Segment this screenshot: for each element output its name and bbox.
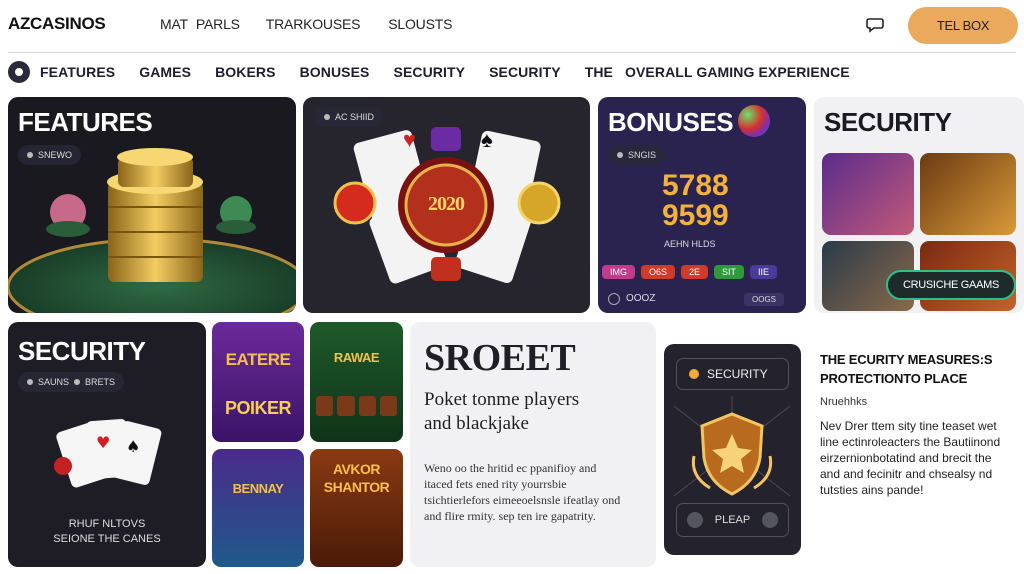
top-nav-item[interactable]: TRARKOUSES	[266, 16, 361, 32]
bonus-chip[interactable]: IIE	[750, 265, 778, 279]
game-thumb-label: POIKER	[224, 398, 292, 418]
features-card[interactable]: FEATURES SNEWO	[8, 97, 296, 313]
chat-icon[interactable]	[866, 15, 884, 33]
status-dot-icon	[689, 369, 699, 379]
bonuses-pill: SNGIS	[608, 145, 666, 165]
bonus-number-2: 9599	[662, 199, 729, 232]
bonuses-title: BONUSES	[608, 107, 734, 137]
bonus-chip[interactable]: 2E	[681, 265, 709, 279]
security-left-card[interactable]: SECURITY SAUNS BRETS ♥ ♠ RHUF NLTOVS SEIO…	[8, 322, 206, 567]
card-game-card[interactable]: ♥ ♠ AC SHIID 2020	[303, 97, 590, 313]
security-left-pill: SAUNS BRETS	[18, 372, 125, 392]
svg-text:♠: ♠	[481, 127, 493, 152]
security-top-title: SECURITY	[824, 107, 952, 137]
top-nav-item[interactable]: SLOUSTS	[388, 16, 452, 32]
bonus-footer-value: OOOZ	[626, 293, 656, 304]
category-tab-overall[interactable]: OVERALL GAMING EXPERIENCE	[625, 64, 850, 80]
svg-text:♥: ♥	[96, 433, 110, 452]
shield-icon	[673, 396, 791, 497]
game-thumb-top-label: AVKOR	[332, 461, 381, 477]
security-measures-section: THE ECURITY MEASURES:S PROTECTIONTO PLAC…	[820, 350, 1010, 498]
gem-cluster-icon	[738, 105, 770, 137]
security-panel-header[interactable]: SECURITY	[676, 358, 789, 390]
game-thumb-label: SHANTOR	[323, 479, 390, 495]
security-measures-sub: Nruehhks	[820, 396, 868, 408]
bonus-number-1: 5788	[662, 169, 729, 202]
top-nav: MAT PARLS TRARKOUSES SLOUSTS	[160, 16, 480, 32]
security-left-caption-1: RHUF NLTOVS	[68, 518, 146, 530]
slot-thumb-1[interactable]	[822, 153, 914, 235]
bonus-chip[interactable]: IMG	[602, 265, 635, 279]
category-tab-features[interactable]: FEATURES	[40, 64, 115, 80]
crusiche-gaams-button[interactable]: CRUSICHE GAAMS	[886, 270, 1016, 300]
slot-reels	[316, 396, 397, 416]
menu-dot-icon[interactable]	[8, 61, 30, 83]
tel-box-button[interactable]: TEL BOX	[908, 7, 1018, 44]
security-left-caption-2: SEIONE THE CANES	[53, 533, 161, 545]
bonus-chip[interactable]: O6S	[641, 265, 676, 279]
category-tab-security[interactable]: SECURITY	[394, 64, 466, 80]
slot-thumb-2[interactable]	[920, 153, 1016, 235]
category-tab-bonuses[interactable]: BONUSES	[300, 64, 370, 80]
header-divider	[8, 52, 1016, 53]
security-measures-body: Nev Drer ttem sity tine teaset wet line …	[820, 419, 1001, 497]
playing-cards-illustration: ♥ ♠	[54, 419, 162, 488]
article-subtitle: Poket tonme players and blackjake	[424, 389, 580, 434]
game-thumb-label: BENNAY	[232, 481, 284, 496]
bonus-chips: IMG O6S 2E SIT IIE	[602, 265, 778, 279]
security-panel[interactable]: SECURITY PLEAP	[664, 344, 801, 555]
features-title: FEATURES	[18, 107, 153, 137]
features-pill: SNEWO	[18, 145, 82, 165]
bonus-footer-button[interactable]: OOGS	[744, 293, 785, 306]
article-card[interactable]: SROEET Poket tonme players and blackjake…	[410, 322, 656, 567]
bonuses-card[interactable]: BONUSES SNGIS 5788 9599 AEHN HLDS IMG O6…	[598, 97, 806, 313]
article-body: Weno oo the hritid ec ppanifioy and itac…	[424, 461, 621, 523]
category-tab-the[interactable]: THE	[585, 64, 613, 80]
svg-text:♠: ♠	[126, 437, 140, 456]
security-left-title: SECURITY	[18, 336, 146, 366]
game-thumb-poiker[interactable]: EATERE POIKER	[212, 322, 304, 442]
bonus-footer-icon	[608, 293, 620, 305]
category-nav: FEATURES GAMES BOKERS BONUSES SECURITY S…	[8, 60, 874, 84]
game-thumb-label: RAWAE	[333, 350, 380, 365]
top-nav-item[interactable]: MAT	[160, 16, 188, 32]
bonus-sub-label: AEHN HLDS	[664, 239, 716, 249]
game-thumb-top-label: EATERE	[225, 350, 291, 369]
top-nav-item[interactable]: PARLS	[196, 16, 240, 32]
svg-text:♥: ♥	[403, 127, 416, 152]
category-tab-security-2[interactable]: SECURITY	[489, 64, 561, 80]
card-game-pill: AC SHIID	[315, 107, 384, 127]
game-thumb-shantor[interactable]: AVKOR SHANTOR	[310, 449, 403, 567]
bonus-chip[interactable]: SIT	[714, 265, 745, 279]
pleap-button[interactable]: PLEAP	[676, 503, 789, 537]
security-measures-title: THE ECURITY MEASURES:S PROTECTIONTO PLAC…	[820, 352, 993, 386]
category-tab-games[interactable]: GAMES	[139, 64, 191, 80]
card-game-center-text: 2020	[428, 193, 465, 215]
game-thumb-rawae[interactable]: RAWAE	[310, 322, 403, 442]
site-logo[interactable]: AZCASINOS	[8, 14, 106, 34]
game-thumb-bennay[interactable]: BENNAY	[212, 449, 304, 567]
article-title: SROEET	[424, 337, 576, 379]
category-tab-bokers[interactable]: BOKERS	[215, 64, 276, 80]
top-bar: AZCASINOS MAT PARLS TRARKOUSES SLOUSTS T…	[0, 0, 1024, 50]
